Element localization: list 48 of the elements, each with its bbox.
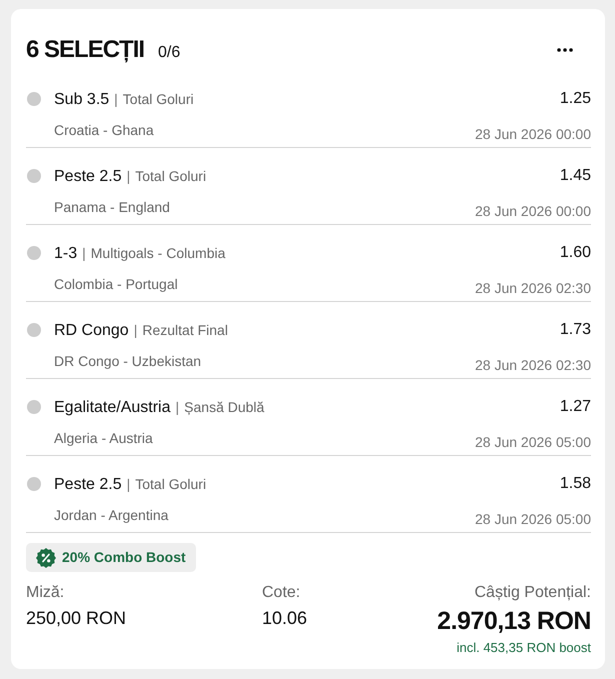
match-date: 28 Jun 2026 05:00 bbox=[475, 433, 591, 452]
stake-amount: 250,00 RON bbox=[26, 607, 128, 630]
match-teams: Panama - England bbox=[54, 198, 170, 217]
match-date: 28 Jun 2026 02:30 bbox=[475, 279, 591, 298]
separator: | bbox=[114, 90, 118, 109]
market-label: Total Goluri bbox=[122, 90, 194, 108]
match-teams: Algeria - Austria bbox=[54, 429, 153, 448]
match-date: 28 Jun 2026 05:00 bbox=[475, 510, 591, 529]
pick-label: Egalitate/Austria bbox=[54, 398, 171, 418]
market-label: Multigoals - Columbia bbox=[90, 244, 226, 263]
match-teams: Jordan - Argentina bbox=[54, 506, 168, 525]
selections-title: 6 SELECȚII bbox=[26, 35, 144, 65]
combo-boost-label: 20% Combo Boost bbox=[62, 548, 186, 567]
market-label: Total Goluri bbox=[135, 166, 206, 186]
match-teams: Colombia - Portugal bbox=[54, 275, 178, 294]
market-label: Total Goluri bbox=[135, 474, 206, 494]
match-date: 28 Jun 2026 00:00 bbox=[475, 202, 591, 221]
odds-value: 1.73 bbox=[560, 320, 591, 340]
stake-label: Miză: bbox=[26, 583, 66, 603]
separator: | bbox=[134, 320, 138, 340]
pick-label: Sub 3.5 bbox=[54, 90, 110, 110]
selections-count: 0/6 bbox=[158, 43, 180, 63]
match-date: 28 Jun 2026 00:00 bbox=[475, 125, 591, 144]
odds-value: 1.58 bbox=[560, 474, 591, 494]
odds-value: 1.27 bbox=[560, 397, 591, 417]
odds-value: 1.45 bbox=[560, 166, 591, 186]
percent-badge-icon bbox=[36, 548, 56, 568]
odds-value: 1.25 bbox=[560, 89, 591, 109]
total-odds-value: 10.06 bbox=[262, 607, 308, 630]
total-odds-label: Cote: bbox=[262, 583, 302, 603]
separator: | bbox=[126, 474, 130, 494]
more-options-icon bbox=[557, 48, 573, 52]
match-teams: DR Congo - Uzbekistan bbox=[54, 352, 202, 371]
market-label: Șansă Dublă bbox=[184, 398, 264, 417]
pick-label: Peste 2.5 bbox=[54, 474, 122, 494]
boost-note: incl. 453,35 RON boost bbox=[456, 640, 591, 656]
match-teams: Croatia - Ghana bbox=[54, 121, 154, 140]
odds-value: 1.60 bbox=[560, 243, 591, 263]
potential-win-amount: 2.970,13 RON bbox=[437, 606, 591, 637]
separator: | bbox=[176, 398, 180, 417]
pick-label: Peste 2.5 bbox=[54, 166, 122, 186]
pick-label: RD Congo bbox=[54, 320, 129, 340]
separator: | bbox=[82, 244, 86, 263]
match-date: 28 Jun 2026 02:30 bbox=[475, 356, 591, 375]
market-label: Rezultat Final bbox=[142, 320, 228, 340]
separator: | bbox=[126, 166, 130, 186]
pick-label: 1-3 bbox=[54, 244, 78, 264]
potential-win-label: Câștig Potențial: bbox=[474, 583, 591, 603]
